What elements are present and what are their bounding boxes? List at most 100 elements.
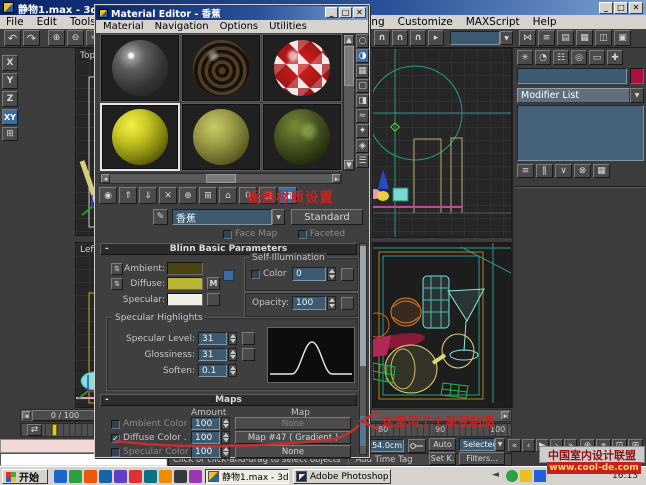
quicklaunch-icon-4[interactable] bbox=[99, 470, 112, 483]
faceted-checkbox[interactable] bbox=[298, 230, 307, 239]
assign-material-icon[interactable]: ⇓ bbox=[139, 187, 157, 204]
close-button[interactable]: ✕ bbox=[629, 2, 643, 14]
self-illum-map-button[interactable] bbox=[341, 268, 354, 281]
specular-map-button[interactable]: None bbox=[235, 445, 351, 458]
coordinate-display-z[interactable]: 254.0cm bbox=[363, 439, 404, 452]
material-options-icon[interactable]: ✦ bbox=[356, 124, 369, 138]
sample-type-icon[interactable]: ○ bbox=[356, 34, 369, 48]
sample-slot-4-selected[interactable] bbox=[100, 103, 180, 171]
lock-ambient-diffuse-icon[interactable]: ⇅ bbox=[111, 263, 123, 275]
quicklaunch-icon-3[interactable] bbox=[84, 470, 97, 483]
percent-snap-icon[interactable]: ∩ bbox=[410, 30, 426, 46]
me-minimize-button[interactable]: _ bbox=[325, 7, 338, 18]
tray-icon-3[interactable] bbox=[520, 470, 532, 482]
specular-map-checkbox[interactable] bbox=[111, 448, 120, 457]
material-editor-titlebar[interactable]: Material Editor - 香蕉 _ □ ✕ bbox=[96, 6, 368, 20]
tray-icon-4[interactable] bbox=[534, 470, 546, 482]
make-preview-icon[interactable]: ≈ bbox=[356, 109, 369, 123]
opacity-map-button[interactable] bbox=[341, 297, 354, 310]
select-by-material-icon[interactable]: ◈ bbox=[356, 139, 369, 153]
show-end-result-icon[interactable]: ‖ bbox=[536, 164, 553, 178]
menu-tools[interactable]: Tools bbox=[70, 16, 96, 28]
specular-amount-spinner[interactable] bbox=[221, 445, 230, 458]
unlink-selection-icon[interactable]: ⊖ bbox=[67, 30, 84, 46]
configure-modifier-icon[interactable]: ▦ bbox=[593, 164, 610, 178]
reset-map-icon[interactable]: ✕ bbox=[159, 187, 177, 204]
lock-diffuse-specular-icon[interactable]: ⇅ bbox=[111, 278, 123, 290]
object-color-swatch[interactable] bbox=[630, 68, 644, 84]
tab-utilities[interactable]: ✚ bbox=[607, 50, 623, 65]
me-close-button[interactable]: ✕ bbox=[353, 7, 366, 18]
ambient-amount-spinner[interactable] bbox=[221, 417, 230, 430]
lock-maps-icon[interactable] bbox=[223, 270, 234, 281]
diffuse-map-checkbox[interactable]: ✓ bbox=[111, 434, 120, 443]
go-to-start-button[interactable]: « bbox=[508, 439, 521, 452]
quicklaunch-icon-9[interactable] bbox=[174, 470, 187, 483]
named-selection-dropdown[interactable] bbox=[450, 31, 500, 45]
redo-button[interactable]: ↷ bbox=[23, 30, 40, 46]
sample-slot-5[interactable] bbox=[181, 103, 261, 171]
self-illum-spinner[interactable] bbox=[327, 267, 336, 281]
glossiness-spinner[interactable] bbox=[228, 348, 237, 361]
params-vscroll-thumb[interactable] bbox=[360, 246, 366, 366]
quicklaunch-icon-6[interactable] bbox=[129, 470, 142, 483]
quicklaunch-icon-10[interactable] bbox=[189, 470, 202, 483]
menu-edit[interactable]: Edit bbox=[37, 16, 57, 28]
task-button-photoshop[interactable]: Adobe Photoshop bbox=[293, 469, 391, 484]
restrict-x-button[interactable]: X bbox=[2, 55, 18, 71]
put-to-library-icon[interactable]: ⌂ bbox=[219, 187, 237, 204]
video-color-check-icon[interactable]: ◨ bbox=[356, 94, 369, 108]
material-name-field[interactable]: 香蕉 bbox=[172, 209, 272, 225]
tab-hierarchy[interactable]: ☷ bbox=[553, 50, 569, 65]
time-slider-next[interactable]: ▸ bbox=[501, 411, 510, 420]
volume-icon[interactable]: ◄ bbox=[492, 470, 504, 482]
tab-modify[interactable]: ◔ bbox=[535, 50, 551, 65]
current-frame-marker[interactable] bbox=[52, 424, 57, 436]
maps-rollout-header[interactable]: -Maps bbox=[100, 394, 357, 406]
network-icon[interactable] bbox=[506, 470, 518, 482]
remove-modifier-icon[interactable]: ⊗ bbox=[574, 164, 591, 178]
opacity-value-field[interactable]: 100 bbox=[292, 296, 326, 310]
me-menu-options[interactable]: Options bbox=[220, 21, 259, 32]
set-keys-button[interactable] bbox=[408, 439, 426, 453]
diffuse-amount-spinner[interactable] bbox=[221, 431, 230, 444]
menu-help[interactable]: Help bbox=[533, 16, 557, 28]
make-material-copy-icon[interactable]: ⊕ bbox=[179, 187, 197, 204]
pin-stack-icon[interactable]: ≡ bbox=[517, 164, 534, 178]
sample-slot-1[interactable] bbox=[100, 34, 180, 102]
background-icon[interactable]: ▦ bbox=[356, 64, 369, 78]
ambient-amount-field[interactable]: 100 bbox=[191, 417, 220, 430]
specular-amount-field[interactable]: 100 bbox=[191, 445, 220, 458]
specular-map-shortcut-button[interactable] bbox=[207, 293, 220, 306]
snap-toggle-icon[interactable]: ∩ bbox=[374, 30, 390, 46]
ambient-map-checkbox[interactable] bbox=[111, 420, 120, 429]
key-filter-dropdown-arrow[interactable]: ▼ bbox=[495, 438, 505, 451]
modifier-list-dropdown[interactable]: Modifier List bbox=[517, 88, 630, 103]
layer-manager-icon[interactable]: ▤ bbox=[557, 30, 574, 46]
restrict-y-button[interactable]: Y bbox=[2, 73, 18, 89]
restrict-xy-plane-button[interactable]: XY bbox=[2, 109, 18, 125]
ambient-map-button[interactable]: None bbox=[235, 417, 351, 430]
glossiness-map-button[interactable] bbox=[242, 348, 255, 361]
quicklaunch-icon-1[interactable] bbox=[54, 470, 67, 483]
key-filter-dropdown[interactable]: Selected bbox=[459, 438, 495, 451]
viewport-divider-h2[interactable] bbox=[372, 238, 512, 242]
time-slider-prev[interactable]: ◂ bbox=[22, 411, 31, 420]
select-and-link-icon[interactable]: ⊕ bbox=[48, 30, 65, 46]
prev-frame-button[interactable]: ‹ bbox=[522, 439, 535, 452]
specular-color-swatch[interactable] bbox=[167, 293, 203, 306]
mirror-icon[interactable]: ⋈ bbox=[519, 30, 536, 46]
put-material-to-scene-icon[interactable]: ⇑ bbox=[119, 187, 137, 204]
menu-file[interactable]: File bbox=[6, 16, 24, 28]
start-button[interactable]: 开始 bbox=[2, 469, 48, 484]
curve-editor-icon[interactable]: ▦ bbox=[576, 30, 593, 46]
render-setup-icon[interactable]: ▣ bbox=[614, 30, 631, 46]
diffuse-map-button[interactable]: Map #47 ( Gradient ) bbox=[235, 431, 351, 444]
ambient-color-swatch[interactable] bbox=[167, 262, 203, 275]
sample-slot-2[interactable] bbox=[181, 34, 261, 102]
quicklaunch-icon-5[interactable] bbox=[114, 470, 127, 483]
sample-hscrollbar[interactable]: ◂ ▸ bbox=[100, 173, 342, 184]
sample-hscroll-thumb[interactable] bbox=[206, 174, 236, 183]
make-unique-icon[interactable]: ∨ bbox=[555, 164, 572, 178]
viewport-front[interactable] bbox=[372, 48, 512, 238]
